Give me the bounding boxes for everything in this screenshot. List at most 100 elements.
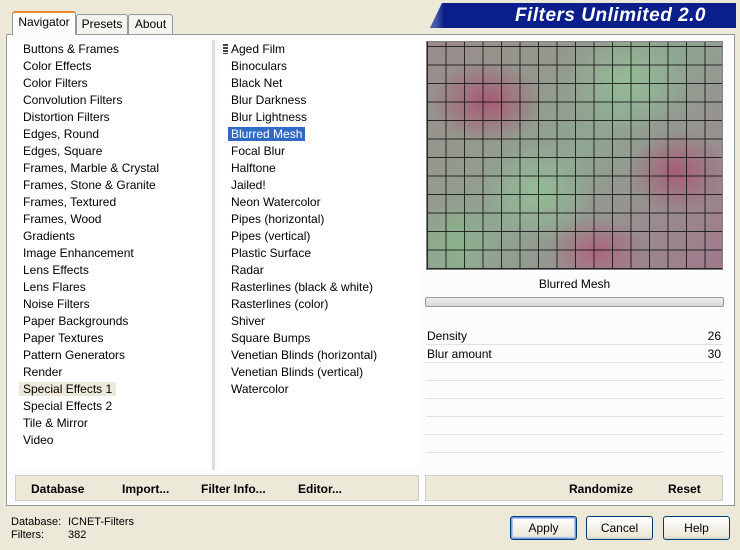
category-item-label: Pattern Generators bbox=[23, 348, 126, 362]
category-item[interactable]: Paper Backgrounds bbox=[15, 313, 214, 330]
cancel-button[interactable]: Cancel bbox=[586, 516, 653, 540]
parameter-row-empty bbox=[426, 399, 723, 417]
tab-about[interactable]: About bbox=[128, 14, 173, 34]
apply-button[interactable]: Apply bbox=[510, 516, 577, 540]
category-item-label: Edges, Round bbox=[23, 127, 100, 141]
category-item[interactable]: Pattern Generators bbox=[15, 347, 214, 364]
category-item-label: Video bbox=[23, 433, 54, 447]
filter-item-label: Plastic Surface bbox=[231, 246, 312, 260]
category-item-label: Lens Flares bbox=[23, 280, 86, 294]
category-item[interactable]: Color Filters bbox=[15, 75, 214, 92]
filter-item[interactable]: Watercolor bbox=[220, 381, 418, 398]
filter-item-label: Aged Film bbox=[231, 42, 286, 56]
status-database-value: ICNET-Filters bbox=[68, 516, 134, 528]
category-item[interactable]: Render bbox=[15, 364, 214, 381]
filter-item-label: Square Bumps bbox=[231, 331, 311, 345]
category-item-label: Frames, Textured bbox=[23, 195, 117, 209]
category-item[interactable]: Video bbox=[15, 432, 214, 449]
category-item[interactable]: Gradients bbox=[15, 228, 214, 245]
category-item-label: Paper Backgrounds bbox=[23, 314, 129, 328]
filter-item[interactable]: Plastic Surface bbox=[220, 245, 418, 262]
status-database: Database: ICNET-Filters bbox=[11, 516, 134, 529]
parameter-row-empty bbox=[426, 363, 723, 381]
parameter-row[interactable]: Blur amount 30 bbox=[426, 345, 723, 363]
import-button[interactable]: Import... bbox=[122, 482, 169, 496]
filter-item[interactable]: Halftone bbox=[220, 160, 418, 177]
filter-item-label: Blur Lightness bbox=[231, 110, 308, 124]
category-item[interactable]: Convolution Filters bbox=[15, 92, 214, 109]
filter-list[interactable]: Aged Film Binoculars Black Net Blur Darknes… bbox=[220, 40, 418, 470]
parameter-row[interactable]: Density 26 bbox=[426, 327, 723, 345]
filter-item-label: Blur Darkness bbox=[231, 93, 307, 107]
product-banner: Filters Unlimited 2.0 bbox=[430, 3, 736, 28]
filter-item[interactable]: Aged Film bbox=[220, 41, 418, 58]
category-item[interactable]: Special Effects 2 bbox=[15, 398, 214, 415]
category-item[interactable]: Frames, Wood bbox=[15, 211, 214, 228]
category-item[interactable]: Buttons & Frames bbox=[15, 41, 214, 58]
category-list-scrollbar[interactable] bbox=[212, 40, 215, 470]
category-item-label: Distortion Filters bbox=[23, 110, 110, 124]
database-button[interactable]: Database bbox=[31, 482, 84, 496]
filter-item[interactable]: Pipes (vertical) bbox=[220, 228, 418, 245]
category-item[interactable]: Frames, Stone & Granite bbox=[15, 177, 214, 194]
filter-item-label: Neon Watercolor bbox=[231, 195, 321, 209]
category-item-label: Buttons & Frames bbox=[23, 42, 120, 56]
filter-item[interactable]: Rasterlines (color) bbox=[220, 296, 418, 313]
category-item[interactable]: Lens Flares bbox=[15, 279, 214, 296]
tab-presets[interactable]: Presets bbox=[76, 14, 128, 34]
filter-item[interactable]: Pipes (horizontal) bbox=[220, 211, 418, 228]
category-item-label: Special Effects 2 bbox=[23, 399, 113, 413]
filter-info-button[interactable]: Filter Info... bbox=[201, 482, 266, 496]
filter-item[interactable]: Blur Lightness bbox=[220, 109, 418, 126]
category-item[interactable]: Frames, Marble & Crystal bbox=[15, 160, 214, 177]
filter-item[interactable]: Focal Blur bbox=[220, 143, 418, 160]
category-item[interactable]: Frames, Textured bbox=[15, 194, 214, 211]
filter-item-label: Pipes (horizontal) bbox=[231, 212, 325, 226]
randomize-button[interactable]: Randomize bbox=[569, 482, 633, 496]
category-item[interactable]: Lens Effects bbox=[15, 262, 214, 279]
filter-item[interactable]: Venetian Blinds (vertical) bbox=[220, 364, 418, 381]
category-item[interactable]: Image Enhancement bbox=[15, 245, 214, 262]
filter-item[interactable]: Black Net bbox=[220, 75, 418, 92]
filter-item-label: Halftone bbox=[231, 161, 276, 175]
filter-item-label: Black Net bbox=[231, 76, 283, 90]
filter-item-label: Jailed! bbox=[231, 178, 266, 192]
progress-bar bbox=[425, 297, 724, 307]
category-item[interactable]: Color Effects bbox=[15, 58, 214, 75]
filter-item[interactable]: Rasterlines (black & white) bbox=[220, 279, 418, 296]
category-item-label: Frames, Wood bbox=[23, 212, 102, 226]
filter-item[interactable]: Blur Darkness bbox=[220, 92, 418, 109]
category-item[interactable]: Special Effects 1 bbox=[15, 381, 214, 398]
filter-item[interactable]: Binoculars bbox=[220, 58, 418, 75]
filter-item[interactable]: Venetian Blinds (horizontal) bbox=[220, 347, 418, 364]
preview-image bbox=[426, 41, 723, 270]
category-item[interactable]: Tile & Mirror bbox=[15, 415, 214, 432]
category-item[interactable]: Edges, Square bbox=[15, 143, 214, 160]
filter-item[interactable]: Radar bbox=[220, 262, 418, 279]
parameter-label: Blur amount bbox=[427, 347, 492, 361]
navigator-toolbar: Database Import... Filter Info... Editor… bbox=[15, 475, 419, 501]
parameter-row-empty bbox=[426, 417, 723, 435]
filter-item[interactable]: Neon Watercolor bbox=[220, 194, 418, 211]
filter-item-label: Blurred Mesh bbox=[228, 127, 306, 141]
editor-button[interactable]: Editor... bbox=[298, 482, 342, 496]
parameter-value[interactable]: 30 bbox=[708, 347, 721, 361]
help-button[interactable]: Help bbox=[663, 516, 730, 540]
grip-icon bbox=[223, 44, 228, 54]
category-list[interactable]: Buttons & Frames Color Effects Color Filte… bbox=[15, 40, 214, 470]
category-item[interactable]: Edges, Round bbox=[15, 126, 214, 143]
category-item-label: Convolution Filters bbox=[23, 93, 123, 107]
category-item-label: Render bbox=[23, 365, 63, 379]
category-item[interactable]: Noise Filters bbox=[15, 296, 214, 313]
category-item[interactable]: Distortion Filters bbox=[15, 109, 214, 126]
category-item-label: Special Effects 1 bbox=[19, 382, 117, 396]
filter-item[interactable]: Square Bumps bbox=[220, 330, 418, 347]
parameter-value[interactable]: 26 bbox=[708, 329, 721, 343]
tab-navigator[interactable]: Navigator bbox=[12, 11, 76, 35]
filter-item[interactable]: Blurred Mesh bbox=[220, 126, 418, 143]
reset-button[interactable]: Reset bbox=[668, 482, 701, 496]
filter-item[interactable]: Jailed! bbox=[220, 177, 418, 194]
filter-item-label: Binoculars bbox=[231, 59, 288, 73]
category-item[interactable]: Paper Textures bbox=[15, 330, 214, 347]
filter-item[interactable]: Shiver bbox=[220, 313, 418, 330]
